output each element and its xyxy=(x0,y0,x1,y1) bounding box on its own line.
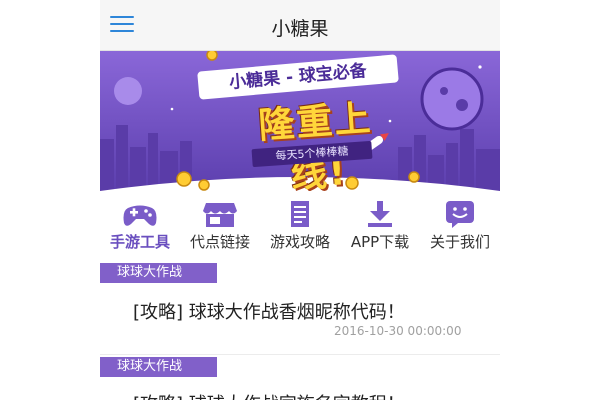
nav-item-about[interactable]: 关于我们 xyxy=(420,195,500,255)
nav-item-guides[interactable]: 游戏攻略 xyxy=(260,195,340,255)
category-tag: 球球大作战 xyxy=(100,357,217,377)
article-date: 2016-10-30 00:00:00 xyxy=(334,324,462,338)
category-nav: 手游工具 代点链接 游戏攻略 APP下载 关于我们 xyxy=(100,195,500,255)
top-bar: 小糖果 xyxy=(100,0,500,51)
article-title: [攻略] 球球大作战香烟昵称代码！ xyxy=(133,302,405,323)
nav-label-guides: 游戏攻略 xyxy=(269,233,330,251)
page-title: 小糖果 xyxy=(271,18,329,40)
gamepad-icon xyxy=(123,205,157,226)
promo-banner[interactable]: 小糖果 - 球宝必备 隆重上线! 每天5个棒棒糖 xyxy=(100,51,500,191)
category-tag: 球球大作战 xyxy=(100,263,217,283)
nav-label-tools: 手游工具 xyxy=(109,233,170,251)
app-screen: 小糖果 小糖果 - 球宝必备 隆重上线! 每天5个棒棒糖 手游工具 代点链接 游… xyxy=(100,0,500,400)
divider xyxy=(100,354,500,355)
storefront-icon xyxy=(203,203,237,227)
article-title: [攻略] 球球大作战家族名字教程！ xyxy=(133,390,405,400)
article-item[interactable]: [攻略] 球球大作战香烟昵称代码！ 2016-10-30 00:00:00 xyxy=(100,298,500,344)
document-icon xyxy=(291,201,309,227)
nav-item-tools[interactable]: 手游工具 xyxy=(100,195,180,255)
article-item[interactable]: [攻略] 球球大作战家族名字教程！ xyxy=(100,390,500,400)
nav-label-links: 代点链接 xyxy=(189,233,250,251)
nav-item-download[interactable]: APP下载 xyxy=(340,195,420,255)
nav-label-download: APP下载 xyxy=(350,233,410,251)
nav-label-about: 关于我们 xyxy=(429,233,490,251)
smiley-chat-icon xyxy=(446,201,474,228)
banner-headline: 隆重上线! xyxy=(257,98,374,191)
nav-item-links[interactable]: 代点链接 xyxy=(180,195,260,255)
download-icon xyxy=(368,201,392,227)
